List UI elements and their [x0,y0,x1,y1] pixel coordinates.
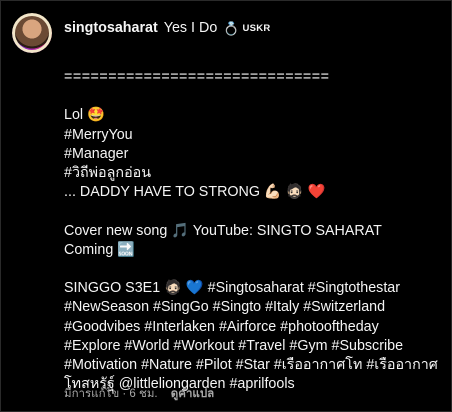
caption-line: ... DADDY HAVE TO STRONG 💪🏻 🧔🏻 ❤️ [64,184,326,201]
post-header: singtosaharat Yes I Do 💍 USKR [64,19,444,38]
username-link[interactable]: singtosaharat [64,19,158,38]
hashtag-line[interactable]: #Motivation #Nature #Pilot #Star #เรืออา… [64,356,444,375]
hashtag-merryyou[interactable]: #MerryYou [64,126,444,145]
post-footer: มีการแก้ไข · 6 ชม. ดูคำแปล [64,385,214,403]
edited-timestamp: มีการแก้ไข · 6 ชม. [64,388,158,400]
ring-icon: 💍 [223,21,240,36]
hashtag-line[interactable]: #Goodvibes #Interlaken #Airforce #photoo… [64,318,444,337]
hashtag-manager[interactable]: #Manager [64,145,444,164]
separator-line: ============================== [64,69,330,86]
hashtag-thai[interactable]: #วิถีพ่อลูกอ่อน [64,164,444,183]
hashtag-block: SINGGO S3E1 🧔🏻 💙 #Singtosaharat #Singtot… [64,279,444,394]
hashtag-line[interactable]: SINGGO S3E1 🧔🏻 💙 #Singtosaharat #Singtot… [64,279,444,298]
coming-line: Coming 🔜 [64,241,136,258]
hashtag-line[interactable]: #Explore #World #Workout #Travel #Gym #S… [64,337,444,356]
cover-line: Cover new song 🎵 YouTube: SINGTO SAHARAT [64,222,382,239]
tag-label: USKR [242,23,271,34]
post-caption: singtosaharat Yes I Do 💍 USKR ==========… [64,19,444,394]
hashtag-line[interactable]: #NewSeason #SingGo #Singto #Italy #Switz… [64,298,444,317]
caption-line: Lol 🤩 [64,107,105,124]
post-title: Yes I Do [163,20,218,36]
see-translation-button[interactable]: ดูคำแปล [171,388,214,400]
avatar[interactable] [12,13,52,53]
